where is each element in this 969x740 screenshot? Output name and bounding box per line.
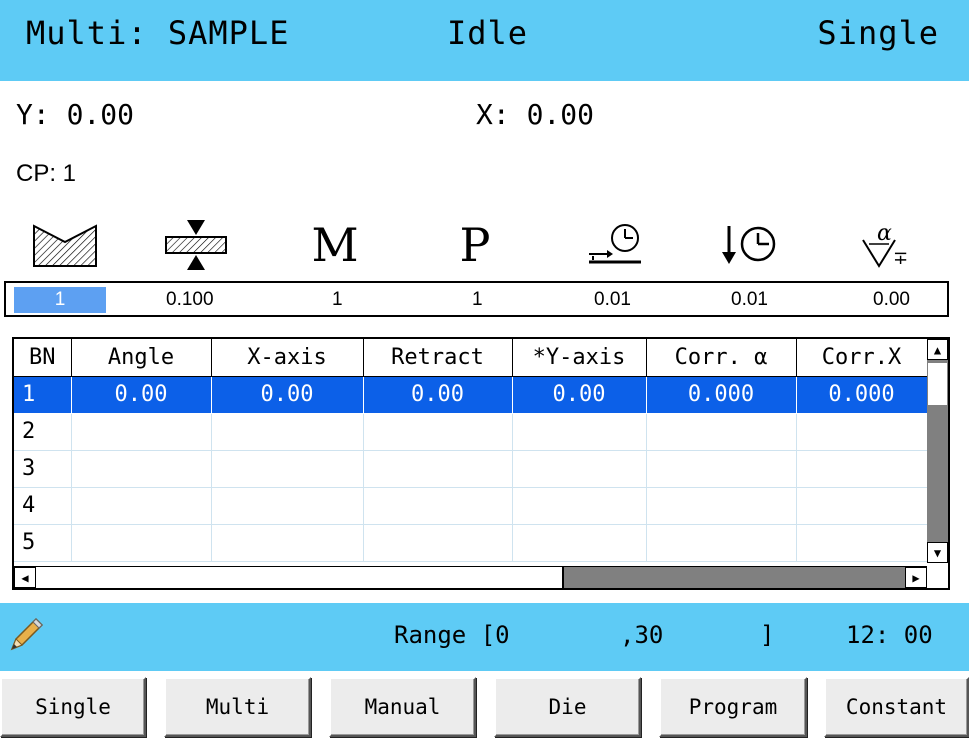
column-header-corr-alpha: Corr. α	[646, 339, 797, 377]
table-cell[interactable]	[796, 524, 928, 562]
table-cell[interactable]	[796, 413, 928, 451]
table-cell[interactable]	[211, 450, 364, 488]
machine-state: Idle	[447, 14, 529, 52]
horizontal-scroll-thumb[interactable]	[36, 567, 564, 588]
horizontal-scrollbar[interactable]: ◀ ▶	[14, 566, 927, 588]
multi-button[interactable]: Multi	[164, 677, 311, 737]
table-cell[interactable]	[71, 487, 212, 525]
column-header-bn: BN	[14, 339, 72, 377]
table-cell[interactable]: 0.00	[71, 376, 212, 414]
pressure-time-icon[interactable]	[715, 220, 785, 270]
table-cell[interactable]: 5	[14, 524, 72, 562]
table-row[interactable]: 2	[14, 413, 928, 451]
table-cell[interactable]: 3	[14, 450, 72, 488]
table-cell[interactable]	[363, 413, 513, 451]
vertical-scroll-thumb[interactable]	[928, 363, 947, 405]
thickness-value-field[interactable]: 0.100	[166, 289, 214, 311]
manual-button[interactable]: Manual	[329, 677, 476, 737]
table-cell[interactable]	[796, 487, 928, 525]
table-cell[interactable]	[646, 450, 797, 488]
table-cell[interactable]	[512, 450, 647, 488]
table-cell[interactable]: 0.00	[512, 376, 647, 414]
table-cell[interactable]	[646, 487, 797, 525]
column-header-angle: Angle	[71, 339, 212, 377]
program-button[interactable]: Program	[659, 677, 807, 737]
scroll-right-icon[interactable]: ▶	[905, 567, 927, 588]
table-header-row: BN Angle X-axis Retract *Y-axis Corr. α …	[14, 339, 928, 377]
table-row[interactable]: 4	[14, 487, 928, 525]
svg-text:∓: ∓	[893, 248, 908, 269]
single-button[interactable]: Single	[0, 677, 146, 737]
scroll-up-icon[interactable]: ▲	[927, 339, 948, 360]
pencil-icon[interactable]	[6, 615, 44, 655]
column-header-retract: Retract	[363, 339, 513, 377]
table-cell[interactable]: 0.000	[796, 376, 928, 414]
table-cell[interactable]	[71, 413, 212, 451]
punch-value-field[interactable]: 1	[472, 289, 483, 311]
bend-table: BN Angle X-axis Retract *Y-axis Corr. α …	[12, 337, 950, 590]
range-close: ]	[760, 621, 775, 649]
table-cell[interactable]	[211, 524, 364, 562]
speed-change-icon[interactable]	[580, 220, 650, 270]
column-header-y-axis: *Y-axis	[512, 339, 647, 377]
die-value-field[interactable]: 1	[14, 287, 106, 313]
column-header-x-axis: X-axis	[211, 339, 364, 377]
table-cell[interactable]	[796, 450, 928, 488]
scroll-down-icon[interactable]: ▼	[927, 542, 948, 563]
title-bar: Multi: SAMPLE Idle Single	[0, 0, 969, 81]
cp-readout: CP: 1	[16, 160, 77, 187]
table-cell[interactable]: 0.00	[211, 376, 364, 414]
range-max: ,30	[620, 621, 664, 649]
punch-icon[interactable]: P	[440, 220, 510, 270]
program-title: Multi: SAMPLE	[26, 14, 290, 52]
material-icon[interactable]: M	[300, 220, 370, 270]
table-cell[interactable]	[71, 450, 212, 488]
svg-text:α: α	[877, 221, 892, 246]
y-position-readout: Y: 0.00	[16, 98, 135, 131]
table-cell[interactable]	[211, 413, 364, 451]
angle-tolerance-value-field[interactable]: 0.00	[873, 289, 910, 311]
die-profile-icon[interactable]	[30, 220, 100, 270]
column-header-corr-x: Corr.X	[796, 339, 928, 377]
table-row[interactable]: 1 0.00 0.00 0.00 0.00 0.000 0.000	[14, 376, 928, 414]
table-cell[interactable]	[71, 524, 212, 562]
table-row[interactable]: 3	[14, 450, 928, 488]
table-cell[interactable]	[363, 487, 513, 525]
table-cell[interactable]	[363, 524, 513, 562]
table-cell[interactable]: 0.000	[646, 376, 797, 414]
clock-readout: 12: 00	[846, 621, 933, 649]
range-label: Range [0	[394, 621, 510, 649]
table-cell[interactable]: 4	[14, 487, 72, 525]
thickness-icon[interactable]	[160, 220, 232, 270]
die-button[interactable]: Die	[494, 677, 641, 737]
table-cell[interactable]: 2	[14, 413, 72, 451]
table-cell[interactable]	[512, 487, 647, 525]
operation-mode: Single	[817, 14, 939, 52]
scroll-left-icon[interactable]: ◀	[14, 567, 36, 588]
pressure-time-value-field[interactable]: 0.01	[731, 289, 768, 311]
constant-button[interactable]: Constant	[824, 677, 969, 737]
x-position-readout: X: 0.00	[476, 98, 595, 131]
table-cell[interactable]	[646, 524, 797, 562]
vertical-scrollbar[interactable]: ▲ ▼	[927, 339, 948, 563]
table-cell[interactable]: 0.00	[363, 376, 513, 414]
table-row[interactable]: 5	[14, 524, 928, 562]
bend-grid: BN Angle X-axis Retract *Y-axis Corr. α …	[14, 339, 928, 562]
table-cell[interactable]	[646, 413, 797, 451]
table-cell[interactable]: 1	[14, 376, 72, 414]
status-bar: Range [0 ,30 ] 12: 00	[0, 603, 969, 671]
parameter-values-row: 1 0.100 1 1 0.01 0.01 0.00	[4, 281, 949, 317]
table-cell[interactable]	[512, 524, 647, 562]
function-key-bar: Single Multi Manual Die Program Constant	[0, 671, 969, 740]
angle-tolerance-icon[interactable]: α ∓	[850, 220, 920, 270]
speed-change-value-field[interactable]: 0.01	[594, 289, 631, 311]
table-cell[interactable]	[512, 413, 647, 451]
table-cell[interactable]	[363, 450, 513, 488]
material-value-field[interactable]: 1	[332, 289, 343, 311]
table-cell[interactable]	[211, 487, 364, 525]
